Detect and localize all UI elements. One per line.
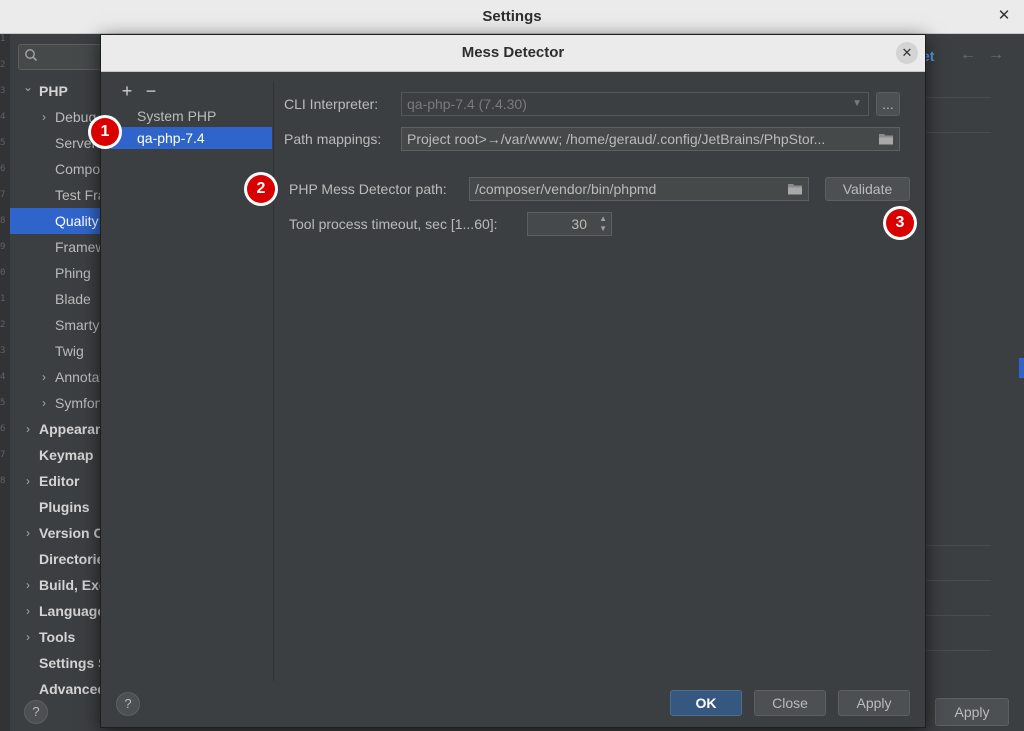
tree-item-twig[interactable]: Twig [55,338,102,364]
settings-title: Settings [482,8,542,25]
divider [923,580,991,581]
close-button[interactable]: Close [754,690,826,716]
timeout-value: 30 [571,216,587,232]
tree-item-plugins[interactable]: Plugins [39,494,102,520]
forward-arrow-icon[interactable]: → [988,46,1004,64]
tree-item-directories[interactable]: Directories [39,546,102,572]
tree-item-settings-sync[interactable]: Settings Sync [39,650,102,676]
tree-item-test-frameworks[interactable]: Test Frameworks [55,182,102,208]
apply-button[interactable]: Apply [838,690,910,716]
ok-button[interactable]: OK [670,690,742,716]
tree-item-phing[interactable]: Phing [55,260,102,286]
path-mappings-value: Project root>→/var/www; /home/geraud/.co… [407,131,826,147]
chevron-right-icon[interactable]: › [23,572,33,598]
chevron-right-icon[interactable]: › [23,416,33,442]
cli-interpreter-label: CLI Interpreter: [284,96,379,112]
remove-interpreter-button[interactable]: − [143,81,159,101]
tree-item-editor[interactable]: Editor [39,468,102,494]
callout-badge-2: 2 [244,172,278,206]
tree-item-annotations[interactable]: Annotations [55,364,102,390]
mess-detector-path-field[interactable]: /composer/vendor/bin/phpmd [469,177,809,201]
editor-gutter: 123 456 789 012 345 678 [0,34,10,731]
callout-number: 2 [247,175,275,203]
path-mappings-field[interactable]: Project root>→/var/www; /home/geraud/.co… [401,127,900,151]
callout-number: 1 [91,118,119,146]
tree-item-symfony[interactable]: Symfony [55,390,102,416]
folder-icon[interactable] [787,182,803,196]
tree-item-version-control[interactable]: Version Control [39,520,102,546]
timeout-label: Tool process timeout, sec [1...60]: [289,216,498,232]
mess-detector-path-label: PHP Mess Detector path: [289,181,447,197]
interpreter-list-panel [111,81,274,681]
tree-item-frameworks[interactable]: Frameworks [55,234,102,260]
tree-item-blade[interactable]: Blade [55,286,102,312]
selection-marker [1019,358,1024,378]
folder-icon[interactable] [878,132,894,146]
mess-detector-path-value: /composer/vendor/bin/phpmd [475,181,657,197]
chevron-down-icon[interactable]: ⌄ [23,78,33,104]
settings-content-edge [923,34,1024,731]
tree-item-appearance[interactable]: Appearance [39,416,102,442]
chevron-right-icon[interactable]: › [39,364,49,390]
divider [923,132,991,133]
timeout-spinner[interactable]: 30 ▲ ▼ [527,212,612,236]
cli-interpreter-more-button[interactable]: ... [876,92,900,116]
tree-item-quality-tools[interactable]: Quality Tools [55,208,102,234]
dialog-close-icon[interactable]: ✕ [896,42,918,64]
settings-help-button[interactable]: ? [24,700,48,724]
spinner-arrows-icon[interactable]: ▲ ▼ [599,214,607,234]
chevron-right-icon[interactable]: › [39,390,49,416]
add-interpreter-button[interactable]: + [119,81,135,101]
cli-interpreter-select[interactable]: qa-php-7.4 (7.4.30) ▼ [401,92,869,116]
tree-item-tools[interactable]: Tools [39,624,102,650]
chevron-right-icon[interactable]: › [39,104,49,130]
cli-interpreter-value: qa-php-7.4 (7.4.30) [407,96,527,112]
search-icon [25,49,38,62]
chevron-right-icon[interactable]: › [23,624,33,650]
chevron-down-icon: ▼ [852,98,862,109]
tree-item-php[interactable]: PHP [39,78,102,104]
close-icon[interactable]: ✕ [994,6,1014,26]
divider [923,97,991,98]
tree-item-smarty[interactable]: Smarty [55,312,102,338]
back-arrow-icon[interactable]: ← [960,46,976,64]
tree-item-keymap[interactable]: Keymap [39,442,102,468]
tree-item-languages[interactable]: Languages [39,598,102,624]
settings-apply-button[interactable]: Apply [935,698,1009,726]
chevron-right-icon[interactable]: › [23,468,33,494]
interpreter-item-qa-php-7-4[interactable]: qa-php-7.4 [111,127,272,149]
mess-detector-dialog: Mess Detector ✕ + − System PHP qa-php-7.… [100,34,926,728]
tree-item-advanced[interactable]: Advanced [39,676,102,702]
chevron-right-icon[interactable]: › [23,520,33,546]
tree-item-composer[interactable]: Composer [55,156,102,182]
chevron-right-icon[interactable]: › [23,598,33,624]
dialog-help-button[interactable]: ? [116,692,140,716]
validate-button[interactable]: Validate [825,177,910,201]
callout-badge-1: 1 [88,115,122,149]
interpreter-item-system-php[interactable]: System PHP [111,105,272,127]
divider [923,650,991,651]
path-mappings-label: Path mappings: [284,131,382,147]
dialog-title: Mess Detector [461,44,565,61]
tree-item-build-execution[interactable]: Build, Execution [39,572,102,598]
callout-badge-3: 3 [883,206,917,240]
divider [923,545,991,546]
callout-number: 3 [886,209,914,237]
divider [923,615,991,616]
